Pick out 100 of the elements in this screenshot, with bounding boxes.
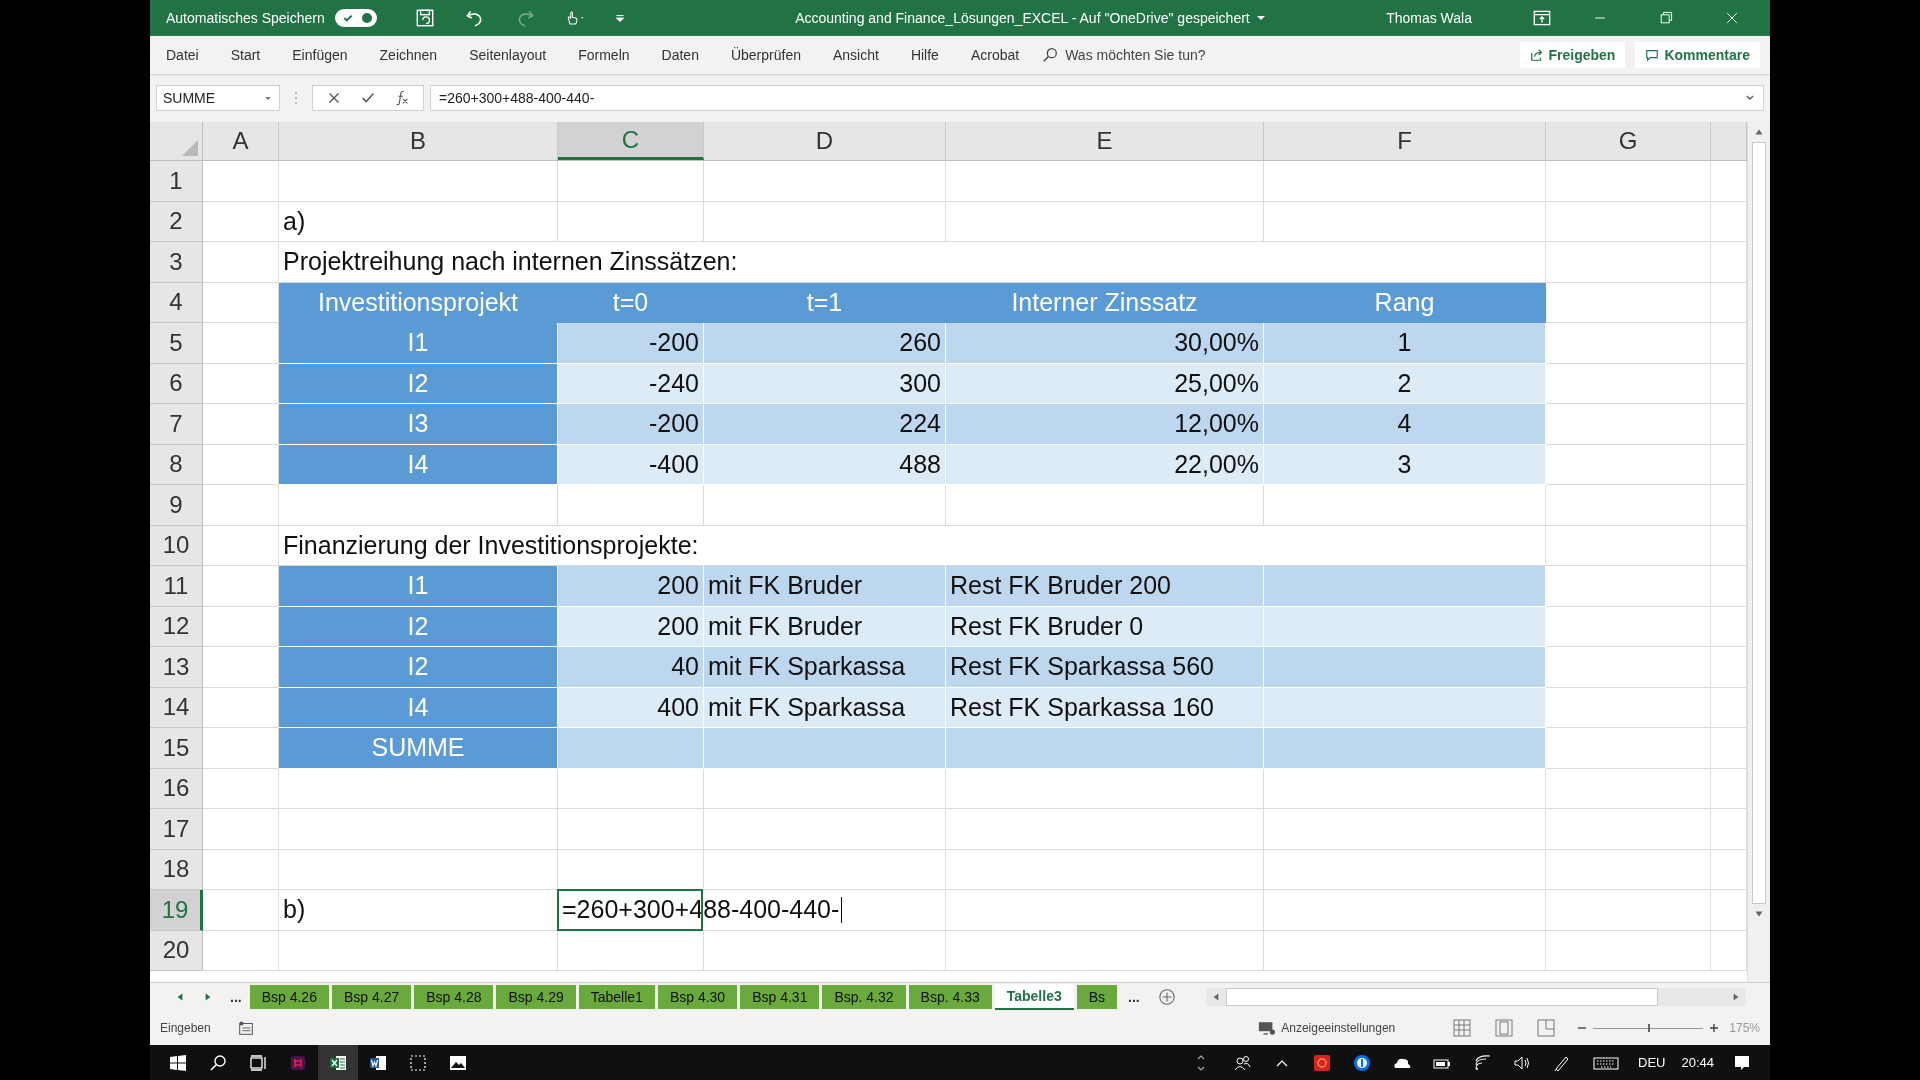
row-header[interactable]: 4 — [150, 282, 203, 323]
more-sheets-button[interactable]: ... — [1128, 989, 1140, 1005]
menu-tab[interactable]: Ansicht — [832, 47, 879, 63]
normal-view-icon[interactable] — [1452, 1018, 1473, 1038]
creative-cloud-icon[interactable] — [1312, 1052, 1332, 1073]
menu-tab[interactable]: Einfügen — [292, 47, 348, 63]
sheet-tab[interactable]: Bsp 4.30 — [657, 985, 738, 1009]
section-title: Projektreihung nach internen Zinssätzen: — [279, 242, 1546, 283]
caret-icon[interactable] — [1255, 13, 1266, 23]
sheet-tab[interactable]: Bsp 4.27 — [331, 985, 412, 1009]
tell-me-field[interactable]: Was möchten Sie tun? — [1065, 47, 1206, 63]
scrollbar-thumb[interactable] — [1752, 142, 1766, 904]
row-header[interactable]: 18 — [150, 849, 203, 890]
table-cell: I2 — [279, 606, 558, 647]
menu-tab[interactable]: Überprüfen — [730, 47, 801, 63]
document-title[interactable]: Accounting and Finance_Lösungen_EXCEL - Auf "OneDrive" gespeichert — [795, 10, 1250, 26]
table-cell: 25,00% — [946, 363, 1264, 404]
table-cell: Rang — [1264, 282, 1546, 323]
name-box[interactable]: SUMME — [156, 85, 280, 111]
close-icon[interactable] — [1724, 10, 1740, 26]
menu-tab[interactable]: Formeln — [578, 47, 630, 63]
menu-tab[interactable]: Zeichnen — [379, 47, 438, 63]
row-header[interactable]: 5 — [150, 323, 203, 364]
wifi-icon[interactable] — [1472, 1052, 1492, 1073]
table-cell: I4 — [279, 444, 558, 485]
row-header[interactable]: 17 — [150, 809, 203, 850]
restore-icon[interactable] — [1658, 10, 1674, 26]
customize-caret-icon[interactable] — [613, 12, 626, 24]
table-cell: 400 — [558, 687, 704, 728]
sheet-tab[interactable]: Bsp 4.26 — [249, 985, 329, 1009]
menu-tab[interactable]: Hilfe — [910, 47, 939, 63]
more-sheets-button[interactable]: ... — [230, 989, 242, 1005]
clock[interactable]: 20:44 — [1681, 1055, 1714, 1070]
table-cell: Rest FK Bruder 200 — [946, 566, 1264, 607]
menu-tab[interactable]: Datei — [166, 47, 199, 63]
menu-tab[interactable]: Daten — [661, 47, 699, 63]
table-cell: I2 — [279, 363, 558, 404]
comment-icon — [1645, 48, 1660, 62]
autosave-toggle[interactable] — [334, 9, 377, 27]
column-header[interactable]: F — [1264, 122, 1546, 160]
table-cell: b) — [279, 890, 558, 931]
row-header[interactable]: 3 — [150, 242, 203, 283]
input-language[interactable]: DEU — [1638, 1055, 1666, 1070]
row-header[interactable]: 14 — [150, 687, 203, 728]
column-header[interactable]: E — [946, 122, 1264, 160]
windows-start-icon[interactable] — [168, 1052, 188, 1073]
search-icon[interactable] — [208, 1052, 228, 1073]
table-cell: 200 — [558, 606, 704, 647]
sheet-tab[interactable]: Bsp 4.29 — [496, 985, 576, 1009]
column-header[interactable]: C — [558, 122, 704, 160]
menu-tab[interactable]: Start — [230, 47, 261, 63]
row-header[interactable]: 8 — [150, 444, 203, 485]
menu-tab[interactable]: Acrobat — [970, 47, 1020, 63]
share-icon — [1529, 48, 1544, 62]
search-icon[interactable] — [1041, 46, 1060, 64]
excel-app-icon[interactable] — [318, 1045, 358, 1080]
add-sheet-icon[interactable] — [1157, 988, 1176, 1006]
row-header[interactable]: 20 — [150, 930, 203, 971]
row-header[interactable]: 19 — [150, 890, 203, 931]
sheet-tab[interactable]: Bsp 4.31 — [740, 985, 820, 1009]
sheet-tab[interactable]: Bsp. 4.33 — [908, 985, 992, 1009]
zoom-in-icon[interactable] — [1709, 1023, 1720, 1033]
task-view-icon[interactable] — [248, 1052, 268, 1073]
sheet-tab[interactable]: Bsp 4.28 — [414, 985, 494, 1009]
table-cell: 260 — [704, 323, 946, 364]
row-header[interactable]: 16 — [150, 768, 203, 809]
menu-tab[interactable]: Seitenlayout — [469, 47, 547, 63]
row-header[interactable]: 11 — [150, 566, 203, 607]
table-cell: mit FK Sparkassa — [704, 647, 946, 688]
row-header[interactable]: 9 — [150, 485, 203, 526]
sheet-tab[interactable]: Tabelle1 — [578, 985, 655, 1009]
table-cell: t=1 — [704, 282, 946, 323]
row-header[interactable]: 2 — [150, 201, 203, 242]
scrollbar-thumb[interactable] — [1225, 988, 1658, 1006]
row-header[interactable]: 10 — [150, 525, 203, 566]
row-header[interactable]: 15 — [150, 728, 203, 769]
column-header[interactable]: D — [704, 122, 946, 160]
password-manager-icon[interactable] — [1352, 1052, 1372, 1073]
table-cell: 2 — [1264, 363, 1546, 404]
grip-icon — [294, 90, 298, 106]
display-settings-button[interactable]: Anzeigeeinstellungen — [1252, 1019, 1402, 1037]
row-header[interactable]: 13 — [150, 647, 203, 688]
sheet-tab[interactable]: Bsp. 4.32 — [822, 985, 906, 1009]
comments-button[interactable]: Kommentare — [1635, 42, 1760, 68]
column-header[interactable]: G — [1546, 122, 1711, 160]
user-name[interactable]: Thomas Wala — [1386, 10, 1472, 26]
formula-field[interactable]: =260+300+488-400-440- — [430, 85, 1764, 111]
sheet-tab[interactable]: Tabelle3 — [994, 984, 1074, 1010]
table-cell: 12,00% — [946, 404, 1264, 445]
macro-recording-icon[interactable] — [236, 1019, 255, 1037]
zoom-slider-thumb[interactable] — [1648, 1023, 1651, 1032]
share-button[interactable]: Freigeben — [1519, 42, 1626, 68]
column-header[interactable]: A — [203, 122, 279, 160]
row-header[interactable]: 6 — [150, 363, 203, 404]
row-header[interactable]: 1 — [150, 161, 203, 202]
row-header[interactable]: 7 — [150, 404, 203, 445]
sheet-tab[interactable]: Bs — [1076, 985, 1118, 1009]
table-cell: 200 — [558, 566, 704, 607]
table-cell: Rest FK Sparkassa 160 — [946, 687, 1264, 728]
row-header[interactable]: 12 — [150, 606, 203, 647]
